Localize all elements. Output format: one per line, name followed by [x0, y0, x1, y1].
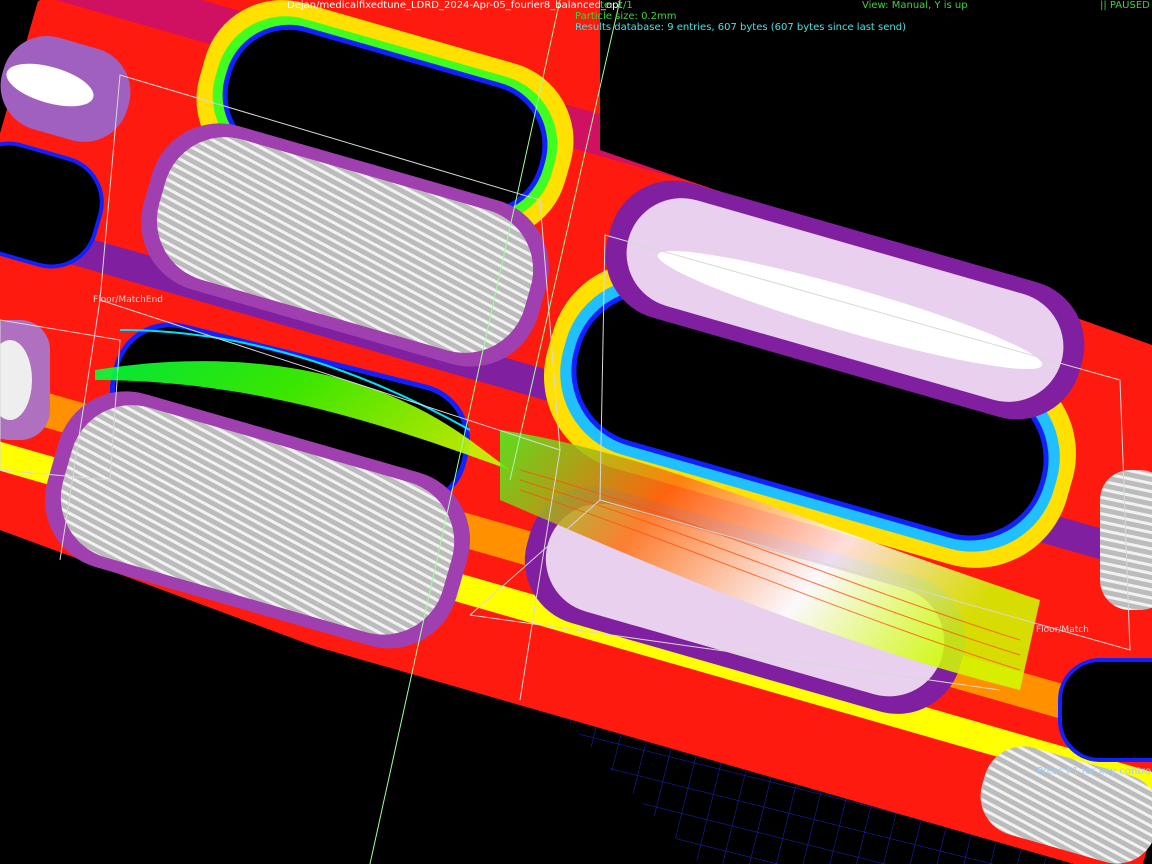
3d-viewport[interactable]: Floor/MatchEnd Floor/Match — [0, 0, 1152, 864]
anchor-label-left: Floor/MatchEnd — [93, 295, 163, 305]
view-mode-readout: View: Manual, Y is up — [862, 0, 968, 11]
scene-title: Dejan/medicalfixedtune_LDRD_2024-Apr-05_… — [287, 0, 623, 11]
results-database-readout: Results database: 9 entries, 607 bytes (… — [575, 22, 906, 33]
anchor-label-right: Floor/Match — [1036, 625, 1089, 635]
simulation-scene: Floor/MatchEnd Floor/Match — [0, 0, 1152, 864]
key-controls-hint: Press F1 for key controls — [1037, 766, 1152, 777]
paused-indicator: || PAUSED || — [1100, 0, 1152, 11]
cavity-edge — [1058, 658, 1152, 762]
